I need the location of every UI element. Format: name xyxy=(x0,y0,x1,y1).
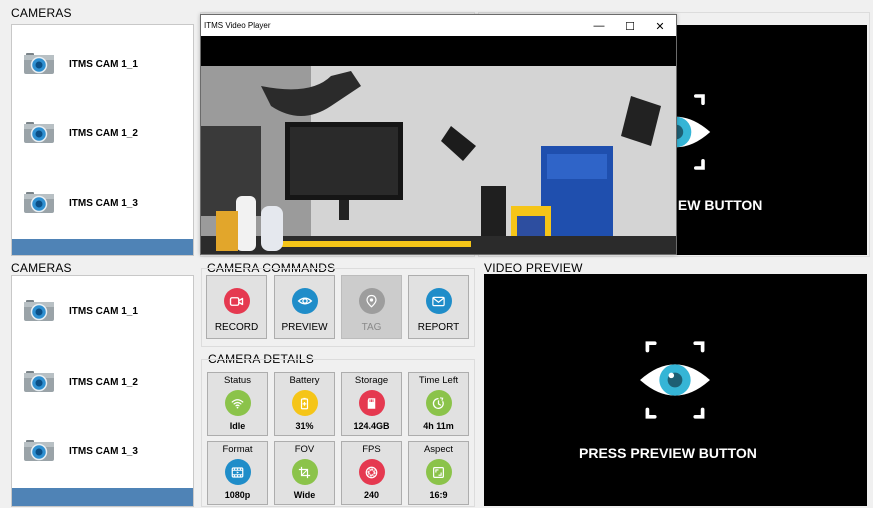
camera-label: ITMS CAM 1_2 xyxy=(69,376,138,388)
timer-icon xyxy=(425,390,452,416)
time-left-tile: Time Left 4h 11m xyxy=(408,372,469,436)
record-button[interactable]: RECORD xyxy=(206,275,267,339)
time-left-header: Time Left xyxy=(418,375,459,386)
aspect-icon xyxy=(425,459,452,485)
fps-value: 240 xyxy=(363,490,380,500)
wifi-icon xyxy=(224,390,251,416)
storage-value: 124.4GB xyxy=(353,421,390,431)
preview-label: PREVIEW xyxy=(281,322,328,333)
tag-location-icon xyxy=(358,288,385,314)
bottom-video-preview: PRESS PREVIEW BUTTON xyxy=(484,274,867,506)
maximize-button[interactable]: ☐ xyxy=(617,17,643,35)
fps-tile: FPS 240 xyxy=(341,441,402,505)
camera-label: ITMS CAM 1_1 xyxy=(69,58,138,70)
eye-icon xyxy=(291,288,318,314)
format-tile: Format 1080p xyxy=(207,441,268,505)
camera-label: ITMS CAM 1_3 xyxy=(69,445,138,457)
record-label: RECORD xyxy=(214,322,259,333)
record-icon xyxy=(223,288,250,314)
eye-icon xyxy=(640,341,710,419)
time-left-value: 4h 11m xyxy=(423,421,454,431)
battery-icon xyxy=(291,390,318,416)
bottom-cameras-title: CAMERAS xyxy=(11,261,72,275)
camera-icon xyxy=(24,122,54,143)
window-title: ITMS Video Player xyxy=(204,21,271,30)
battery-value: 31% xyxy=(295,421,314,431)
preview-hint-text: IEW BUTTON xyxy=(674,197,763,213)
crop-icon xyxy=(291,459,318,485)
camera-label: ITMS CAM 1_3 xyxy=(69,197,138,209)
top-camera-list[interactable]: ITMS CAM 1_1 ITMS CAM 1_2 ITMS CAM 1_3 xyxy=(11,24,194,256)
tag-label: TAG xyxy=(361,322,382,333)
camera-list-item[interactable]: ITMS CAM 1_2 xyxy=(12,362,193,402)
fov-value: Wide xyxy=(293,490,316,500)
status-value: Idle xyxy=(229,421,246,431)
aspect-tile: Aspect 16:9 xyxy=(408,441,469,505)
top-cameras-title: CAMERAS xyxy=(11,6,72,20)
format-value: 1080p xyxy=(224,490,251,500)
battery-header: Battery xyxy=(289,375,320,386)
camera-list-item[interactable]: ITMS CAM 1_3 xyxy=(12,431,193,471)
report-label: REPORT xyxy=(417,322,460,333)
status-header: Status xyxy=(224,375,251,386)
camera-icon xyxy=(24,440,54,461)
video-frame xyxy=(201,36,676,254)
preview-button[interactable]: PREVIEW xyxy=(274,275,335,339)
aspect-value: 16:9 xyxy=(429,490,448,500)
selected-row[interactable] xyxy=(12,239,193,255)
aspect-header: Aspect xyxy=(423,444,454,455)
camera-icon xyxy=(24,371,54,392)
tag-button[interactable]: TAG xyxy=(341,275,402,339)
camera-icon xyxy=(24,300,54,321)
camera-label: ITMS CAM 1_1 xyxy=(69,305,138,317)
camera-label: ITMS CAM 1_2 xyxy=(69,127,138,139)
report-button[interactable]: REPORT xyxy=(408,275,469,339)
aperture-icon xyxy=(358,459,385,485)
storage-header: Storage xyxy=(354,375,389,386)
camera-icon xyxy=(24,53,54,74)
mail-icon xyxy=(425,288,452,314)
status-tile: Status Idle xyxy=(207,372,268,436)
camera-list-item[interactable]: ITMS CAM 1_3 xyxy=(12,183,193,223)
camera-list-item[interactable]: ITMS CAM 1_1 xyxy=(12,44,193,84)
fps-header: FPS xyxy=(362,444,381,455)
minimize-button[interactable]: — xyxy=(586,17,612,35)
fov-header: FOV xyxy=(294,444,315,455)
format-header: Format xyxy=(222,444,253,455)
close-button[interactable]: ✕ xyxy=(647,17,673,35)
video-player-window[interactable]: ITMS Video Player — ☐ ✕ xyxy=(200,14,677,255)
sd-card-icon xyxy=(358,390,385,416)
preview-hint-text: PRESS PREVIEW BUTTON xyxy=(579,445,757,461)
camera-list-item[interactable]: ITMS CAM 1_2 xyxy=(12,113,193,153)
selected-row[interactable] xyxy=(12,488,193,506)
storage-tile: Storage 124.4GB xyxy=(341,372,402,436)
film-icon xyxy=(224,459,251,485)
fov-tile: FOV Wide xyxy=(274,441,335,505)
battery-tile: Battery 31% xyxy=(274,372,335,436)
camera-icon xyxy=(24,192,54,213)
video-preview-title: VIDEO PREVIEW xyxy=(484,261,583,275)
bottom-camera-list[interactable]: ITMS CAM 1_1 ITMS CAM 1_2 ITMS CAM 1_3 xyxy=(11,275,194,507)
camera-list-item[interactable]: ITMS CAM 1_1 xyxy=(12,291,193,331)
